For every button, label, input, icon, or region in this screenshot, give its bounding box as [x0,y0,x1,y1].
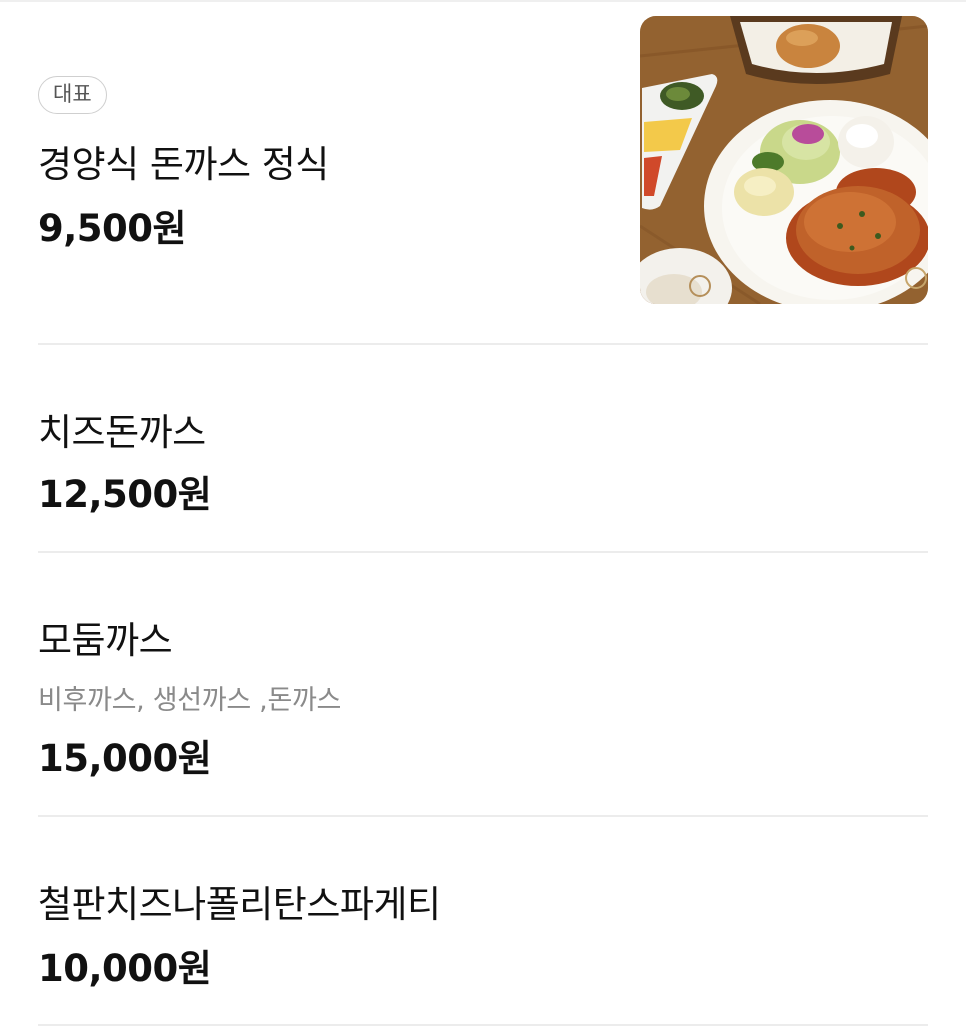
menu-item-assorted-katsu[interactable]: 모둠까스 비후까스, 생선까스 ,돈까스 15,000원 [38,554,928,816]
item-divider [38,1024,928,1026]
menu-item-description: 비후까스, 생선까스 ,돈까스 [38,685,342,716]
menu-item-name: 철판치즈나폴리탄스파게티 [38,883,441,926]
menu-item-price: 9,500원 [38,207,187,250]
item-divider [38,815,928,817]
menu-item-name: 경양식 돈까스 정식 [38,143,329,186]
menu-item-price: 12,500원 [38,473,212,516]
item-divider [38,551,928,553]
menu-item-photo[interactable] [640,16,928,304]
menu-item-name: 모둠까스 [38,619,173,662]
menu-item-name: 치즈돈까스 [38,411,206,454]
item-divider [38,343,928,345]
signature-badge: 대표 [38,76,107,114]
menu-item-price: 10,000원 [38,947,212,990]
menu-item-price: 15,000원 [38,737,212,780]
menu-item-cheese-donkatsu[interactable]: 치즈돈까스 12,500원 [38,346,928,552]
menu-item-napolitan-spaghetti[interactable]: 철판치즈나폴리탄스파게티 10,000원 [38,818,928,1024]
